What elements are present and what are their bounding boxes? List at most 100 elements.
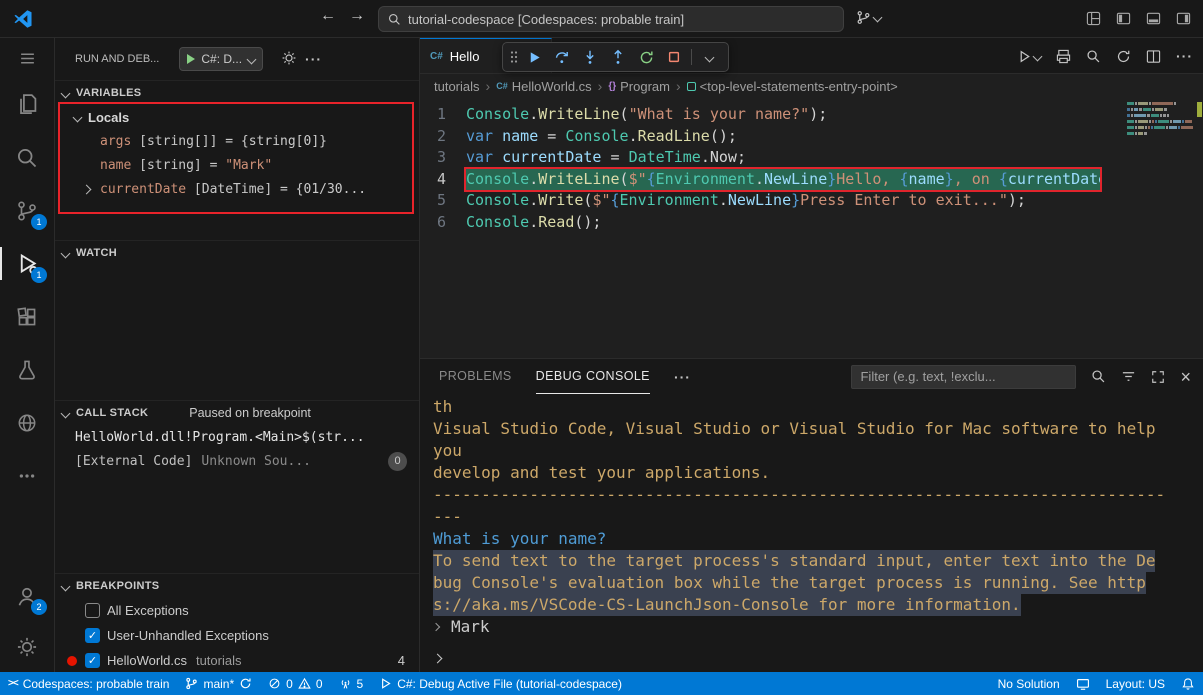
search-editor-icon[interactable] <box>1086 49 1101 64</box>
sidebar-item-extensions[interactable] <box>0 290 54 343</box>
run-button[interactable] <box>1017 49 1041 64</box>
sidebar-item-explorer[interactable] <box>0 78 54 131</box>
code-line-1[interactable]: 1Console.WriteLine("What is your name?")… <box>420 104 1203 126</box>
sidebar-item-search[interactable] <box>0 131 54 184</box>
continue-button[interactable] <box>521 45 547 69</box>
debug-settings-button[interactable] <box>281 50 297 69</box>
line-number[interactable]: 6 <box>420 212 466 234</box>
breakpoint-checkbox[interactable]: ✓ <box>85 628 100 643</box>
line-number[interactable]: 3 <box>420 147 466 169</box>
variables-section-header[interactable]: VARIABLES <box>55 81 419 105</box>
restart-button[interactable] <box>633 45 659 69</box>
step-into-button[interactable] <box>577 45 603 69</box>
watch-section-header[interactable]: WATCH <box>55 241 419 265</box>
search-icon[interactable] <box>1091 369 1106 384</box>
sidebar-item-remote-explorer[interactable] <box>0 396 54 449</box>
console-line[interactable]: What is your name? <box>433 528 1203 550</box>
breakpoint-row[interactable]: ✓User-Unhandled Exceptions <box>55 623 419 648</box>
debug-console-output[interactable]: thVisual Studio Code, Visual Studio or V… <box>420 394 1203 645</box>
ports-indicator[interactable]: 5 <box>331 672 372 695</box>
notifications-button[interactable] <box>1173 672 1203 695</box>
variable-row[interactable]: currentDate [DateTime] = {01/30... <box>55 177 419 201</box>
code-line-3[interactable]: 3var currentDate = DateTime.Now; <box>420 147 1203 169</box>
console-filter-input[interactable] <box>851 365 1076 389</box>
debug-config-dropdown[interactable]: C#: D... <box>179 47 263 71</box>
breadcrumb-item[interactable]: tutorials <box>434 79 480 94</box>
panel-more-tabs-button[interactable]: ··· <box>674 369 691 385</box>
debug-console-input[interactable] <box>420 645 1203 672</box>
settings-button[interactable] <box>0 622 54 672</box>
line-number[interactable]: 4 <box>420 169 466 191</box>
breadcrumb-item[interactable]: <top-level-statements-entry-point> <box>687 79 898 94</box>
breakpoint-checkbox[interactable]: ✓ <box>85 653 100 668</box>
console-line[interactable]: bug Console's evaluation box while the t… <box>433 572 1203 594</box>
stop-button[interactable] <box>661 45 687 69</box>
start-debugging-icon[interactable] <box>187 54 195 64</box>
toggle-sidebar-left-icon[interactable] <box>1116 11 1131 26</box>
call-stack-section-header[interactable]: CALL STACK Paused on breakpoint <box>55 401 419 425</box>
screencast-button[interactable] <box>1068 672 1098 695</box>
problems-indicator[interactable]: 0 0 <box>260 672 330 695</box>
menu-button[interactable] <box>0 38 54 78</box>
expand-chevron-icon[interactable] <box>83 186 100 193</box>
line-number[interactable]: 5 <box>420 190 466 212</box>
sidebar-item-run-debug[interactable]: 1 <box>0 237 54 290</box>
code-line-6[interactable]: 6Console.Read(); <box>420 212 1203 234</box>
line-number[interactable]: 1 <box>420 104 466 126</box>
debug-status[interactable]: C#: Deb­ug Active File (tutorial-codespa… <box>371 672 630 695</box>
back-button[interactable]: ← <box>320 7 336 25</box>
forward-button[interactable]: → <box>349 7 365 25</box>
print-icon[interactable] <box>1056 49 1071 64</box>
stack-frame-row[interactable]: HelloWorld.dll!Program.<Main>$(str... <box>55 425 419 449</box>
code-line-5[interactable]: 5Console.Write($"{Environment.NewLine}Pr… <box>420 190 1203 212</box>
breakpoint-row[interactable]: ✓HelloWorld.cstutorials4 <box>55 648 419 672</box>
keyboard-layout[interactable]: Layout: US <box>1098 672 1173 695</box>
maximize-panel-icon[interactable] <box>1151 370 1165 384</box>
toggle-sidebar-right-icon[interactable] <box>1176 11 1191 26</box>
breadcrumb-item[interactable]: {}Program <box>608 79 670 94</box>
minimap[interactable] <box>1127 102 1193 138</box>
breakpoint-checkbox[interactable] <box>85 603 100 618</box>
drag-grip-icon[interactable] <box>509 49 519 65</box>
branch-indicator[interactable]: main* <box>177 672 260 695</box>
code-line-2[interactable]: 2var name = Console.ReadLine(); <box>420 126 1203 148</box>
step-over-button[interactable] <box>549 45 575 69</box>
breakpoint-row[interactable]: All Exceptions <box>55 598 419 623</box>
solution-status[interactable]: No Solution <box>990 672 1068 695</box>
stack-frame-row[interactable]: [External Code]Unknown Sou...0 <box>55 449 419 473</box>
command-center-search[interactable]: tutorial-codespace [Codespaces: probable… <box>378 6 844 32</box>
console-line[interactable]: --- <box>433 506 1203 528</box>
toggle-panel-icon[interactable] <box>1146 11 1161 26</box>
line-number[interactable]: 2 <box>420 126 466 148</box>
close-panel-icon[interactable]: × <box>1180 368 1191 386</box>
remote-indicator[interactable]: >< Codespaces: probable train <box>0 672 177 695</box>
code-line-4[interactable]: 4Console.WriteLine($"{Environment.NewLin… <box>420 169 1203 191</box>
variable-row[interactable]: args [string[]] = {string[0]} <box>55 129 419 153</box>
step-out-button[interactable] <box>605 45 631 69</box>
breakpoints-section-header[interactable]: BREAKPOINTS <box>55 574 419 598</box>
panel-tab-problems[interactable]: PROBLEMS <box>439 359 512 394</box>
accounts-button[interactable]: 2 <box>0 572 54 622</box>
console-line[interactable]: develop and test your applications. <box>433 462 1203 484</box>
variable-row[interactable]: name [string] = "Mark" <box>55 153 419 177</box>
sidebar-item-source-control[interactable]: 1 <box>0 184 54 237</box>
locals-scope-row[interactable]: Locals <box>55 105 419 129</box>
views-more-actions-button[interactable]: ··· <box>305 51 322 67</box>
more-actions-button[interactable]: ··· <box>1176 48 1193 64</box>
console-line[interactable]: th <box>433 396 1203 418</box>
console-line[interactable]: you <box>433 440 1203 462</box>
sidebar-item-testing[interactable] <box>0 343 54 396</box>
source-control-sync-button[interactable] <box>856 10 881 25</box>
breadcrumb-item[interactable]: C#HelloWorld.cs <box>496 79 591 94</box>
console-line[interactable]: ----------------------------------------… <box>433 484 1203 506</box>
debug-toolbar-dropdown[interactable] <box>696 45 722 69</box>
panel-tab-debug-console[interactable]: DEBUG CONSOLE <box>536 359 650 394</box>
code-editor[interactable]: 1Console.WriteLine("What is your name?")… <box>420 98 1203 233</box>
console-line[interactable]: Visual Studio Code, Visual Studio or Vis… <box>433 418 1203 440</box>
filter-icon[interactable] <box>1121 369 1136 384</box>
additional-views-button[interactable] <box>0 449 54 502</box>
console-line[interactable]: Mark <box>433 616 1203 638</box>
customize-layout-icon[interactable] <box>1086 11 1101 26</box>
console-line[interactable]: To send text to the target process's sta… <box>433 550 1203 572</box>
console-line[interactable]: s://aka.ms/VSCode-CS-LaunchJson-Console … <box>433 594 1203 616</box>
